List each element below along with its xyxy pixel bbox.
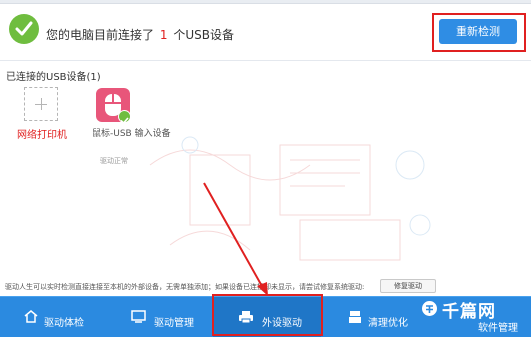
usb-mouse-label: 鼠标-USB 输入设备 (92, 129, 171, 139)
add-network-printer-label[interactable]: 网络打印机 (17, 126, 67, 141)
detection-note: 驱动人生可以实时检测直接连接至本机的外部设备，无需单独添加；如果设备已连接却未显… (5, 283, 365, 291)
background-illustration (149, 136, 431, 261)
home-icon (24, 310, 38, 323)
brand-watermark: 千篇网 (416, 296, 531, 337)
usb-mouse-tile[interactable] (96, 88, 131, 125)
monitor-icon (131, 310, 146, 323)
tab-label: 驱动管理 (154, 318, 194, 329)
tab-label: 清理优化 (368, 318, 408, 329)
connected-devices-title: 已连接的USB设备(1) (6, 72, 101, 83)
tab-label: 驱动体检 (44, 318, 84, 329)
device-count: 1 (159, 28, 168, 42)
tab-driver-management[interactable]: 驱动管理 (107, 297, 212, 337)
ok-check-icon (118, 110, 131, 125)
peripheral-tab-highlight (212, 294, 323, 336)
broom-icon (349, 311, 361, 323)
check-icon (9, 14, 39, 44)
brand-text: 千篇网 (442, 302, 496, 322)
tab-cleanup[interactable]: 清理优化 (322, 297, 417, 337)
status-prefix: 您的电脑目前连接了 (46, 28, 155, 42)
driver-status: 驱动正常 (100, 157, 128, 165)
repair-driver-button[interactable]: 修复驱动 (380, 279, 436, 293)
connection-status: 您的电脑目前连接了 1 个USB设备 (46, 26, 234, 43)
redetect-button[interactable]: 重新检测 (439, 19, 517, 44)
tab-driver-check[interactable]: 驱动体检 (0, 297, 105, 337)
status-suffix: 个USB设备 (173, 28, 234, 42)
add-network-printer-tile[interactable] (24, 87, 58, 121)
brand-logo-icon (422, 301, 437, 316)
